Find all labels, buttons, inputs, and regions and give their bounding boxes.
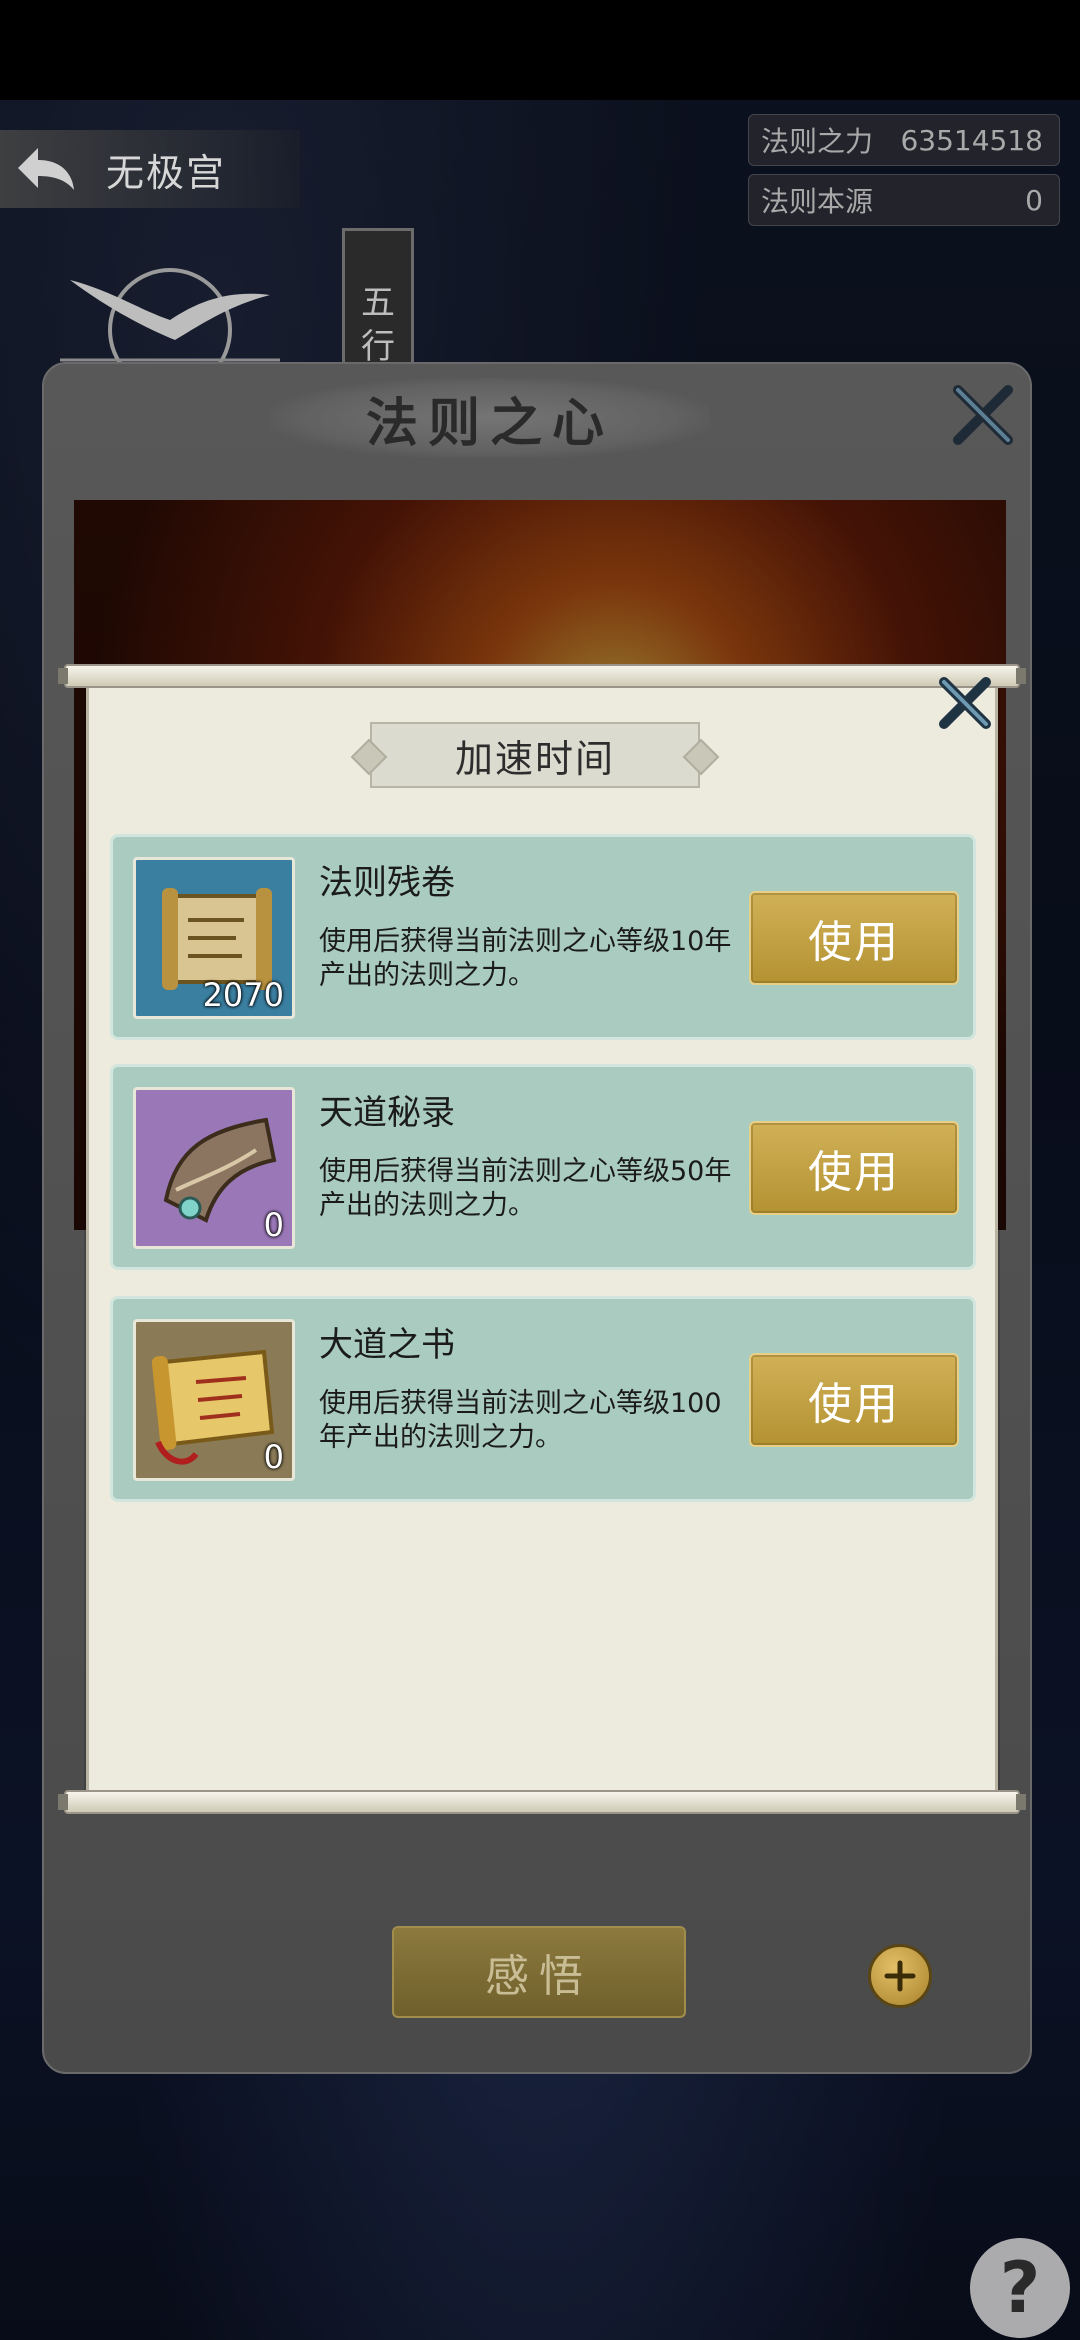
popup-title: 加速时间 bbox=[370, 722, 700, 788]
secret-record-icon: 0 bbox=[133, 1087, 295, 1249]
item-description: 使用后获得当前法则之心等级100年产出的法则之力。 bbox=[319, 1388, 722, 1453]
tab-char: 五 bbox=[361, 283, 395, 323]
golden-scroll-icon: 0 bbox=[133, 1319, 295, 1481]
scroll-rod-top bbox=[58, 664, 1026, 688]
use-button[interactable]: 使用 bbox=[749, 1353, 959, 1447]
item-description: 使用后获得当前法则之心等级10年产出的法则之力。 bbox=[319, 926, 732, 991]
back-bar[interactable]: 无极宫 bbox=[0, 130, 300, 208]
plus-icon bbox=[884, 1960, 916, 1992]
resource-row: 法则之力 63514518 bbox=[748, 114, 1060, 166]
resource-row: 法则本源 0 bbox=[748, 174, 1060, 226]
item-count: 0 bbox=[263, 1438, 284, 1476]
use-button[interactable]: 使用 bbox=[749, 891, 959, 985]
close-icon[interactable] bbox=[950, 382, 1016, 448]
scroll-fragment-icon: 2070 bbox=[133, 857, 295, 1019]
dialog-title: 法则之心 bbox=[270, 378, 710, 458]
resource-label: 法则本源 bbox=[761, 185, 874, 218]
add-button[interactable] bbox=[868, 1944, 932, 2008]
resource-panel: 法则之力 63514518 法则本源 0 bbox=[748, 114, 1060, 234]
item-description: 使用后获得当前法则之心等级50年产出的法则之力。 bbox=[319, 1156, 732, 1221]
help-button[interactable]: ? bbox=[970, 2238, 1070, 2338]
resource-value: 0 bbox=[1025, 183, 1043, 217]
item-count: 2070 bbox=[202, 976, 284, 1014]
item-name: 大道之书 bbox=[319, 1325, 455, 1365]
item-name: 法则残卷 bbox=[319, 863, 455, 903]
item-card: 2070 法则残卷 使用后获得当前法则之心等级10年产出的法则之力。 使用 bbox=[110, 834, 976, 1040]
comprehend-button[interactable]: 感悟 bbox=[392, 1926, 686, 2018]
item-card: 0 天道秘录 使用后获得当前法则之心等级50年产出的法则之力。 使用 bbox=[110, 1064, 976, 1270]
use-button[interactable]: 使用 bbox=[749, 1121, 959, 1215]
item-card: 0 大道之书 使用后获得当前法则之心等级100年产出的法则之力。 使用 bbox=[110, 1296, 976, 1502]
page-title: 无极宫 bbox=[106, 150, 227, 195]
resource-label: 法则之力 bbox=[761, 125, 874, 158]
status-bar bbox=[0, 0, 1080, 100]
resource-value: 63514518 bbox=[900, 123, 1043, 157]
item-count: 0 bbox=[263, 1206, 284, 1244]
wuxing-tab[interactable]: 五 行 bbox=[342, 228, 414, 378]
item-name: 天道秘录 bbox=[319, 1093, 455, 1133]
popup-close-icon[interactable] bbox=[934, 672, 996, 734]
scroll-rod-bottom bbox=[58, 1790, 1026, 1814]
back-arrow-icon[interactable] bbox=[0, 130, 92, 208]
